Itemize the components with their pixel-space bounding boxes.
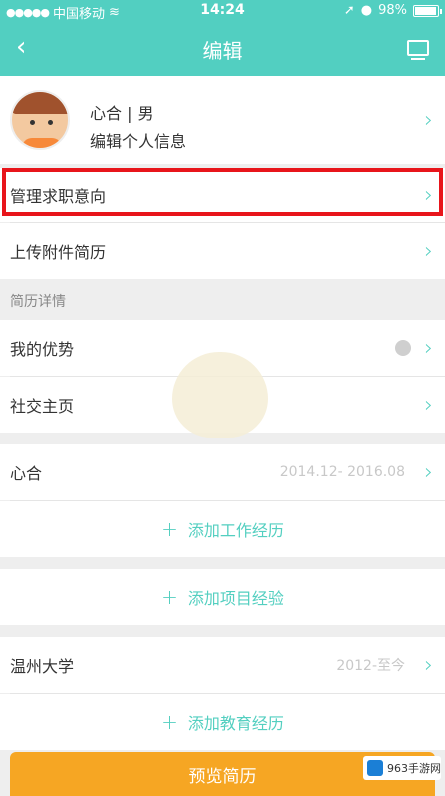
- section-title: 简历详情: [0, 282, 445, 322]
- battery-percent: 98%: [378, 3, 407, 18]
- chevron-right-icon: ›: [424, 459, 433, 485]
- profile-name-gender: 心合 | 男: [90, 104, 154, 123]
- row-label: 上传附件简历: [10, 243, 107, 262]
- add-project-button[interactable]: + 添加项目经验: [0, 569, 445, 625]
- work-period: 2014.12- 2016.08: [279, 464, 405, 480]
- work-experience-row[interactable]: 心合 2014.12- 2016.08 ›: [0, 444, 445, 500]
- page-title: 编辑: [202, 39, 243, 63]
- plus-icon: +: [161, 517, 178, 541]
- chevron-right-icon: ›: [424, 652, 433, 678]
- location-icon: ➚: [343, 3, 355, 18]
- add-work-experience-button[interactable]: + 添加工作经历: [0, 501, 445, 557]
- add-label: 添加教育经历: [187, 714, 284, 733]
- avatar: [10, 90, 70, 150]
- row-label: 社交主页: [10, 397, 75, 416]
- chevron-right-icon: ›: [424, 108, 433, 133]
- chevron-right-icon: ›: [424, 238, 433, 264]
- my-advantage-row[interactable]: 我的优势 ›: [0, 320, 445, 376]
- nav-bar: ‹ 编辑: [0, 22, 445, 76]
- social-homepage-row[interactable]: 社交主页 ›: [0, 377, 445, 433]
- site-logo-icon: [367, 760, 383, 776]
- add-education-button[interactable]: + 添加教育经历: [0, 694, 445, 750]
- preview-label: 预览简历: [188, 766, 257, 787]
- education-row[interactable]: 温州大学 2012-至今 ›: [0, 637, 445, 693]
- row-label: 管理求职意向: [10, 187, 107, 206]
- chevron-right-icon: ›: [424, 182, 433, 208]
- plus-icon: +: [161, 585, 178, 609]
- add-label: 添加项目经验: [187, 589, 284, 608]
- education-period: 2012-至今: [336, 658, 405, 674]
- upload-attachment-row[interactable]: 上传附件简历 ›: [0, 223, 445, 279]
- row-label: 我的优势: [10, 340, 75, 359]
- status-bar: ●●●●● 中国移动 ≋ 14:24 ➚ ● 98%: [0, 0, 445, 22]
- chevron-right-icon: ›: [424, 335, 433, 361]
- edit-profile-link[interactable]: 编辑个人信息: [90, 128, 186, 152]
- site-watermark: 963手游网: [363, 756, 441, 780]
- plus-icon: +: [161, 710, 178, 734]
- status-dot-icon: [395, 340, 411, 356]
- battery-icon: [413, 4, 442, 17]
- manage-job-intention-row[interactable]: 管理求职意向 ›: [0, 168, 445, 222]
- monitor-icon[interactable]: [407, 40, 429, 60]
- add-label: 添加工作经历: [187, 521, 284, 540]
- alarm-icon: ●: [360, 3, 373, 18]
- chevron-right-icon: ›: [424, 392, 433, 418]
- watermark-text: 963手游网: [387, 762, 441, 775]
